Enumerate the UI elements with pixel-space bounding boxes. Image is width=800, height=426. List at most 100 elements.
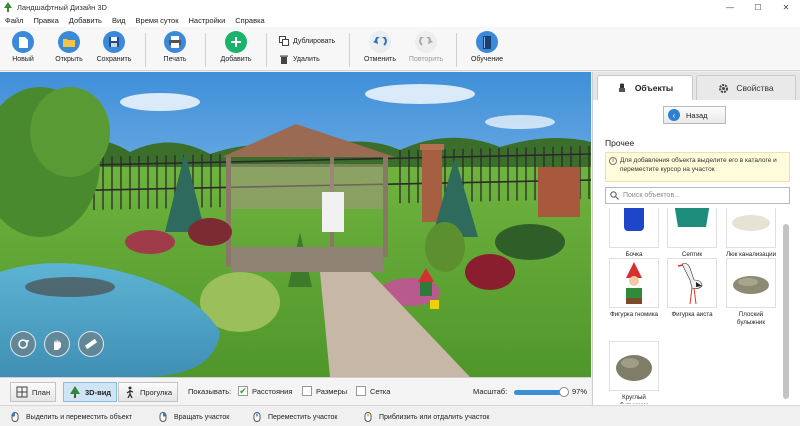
gear-icon [719, 83, 729, 93]
status-pan: Переместить участок [268, 413, 338, 421]
status-bar: Выделить и переместить объект Вращать уч… [0, 405, 800, 426]
mouse-scroll-icon [364, 412, 372, 422]
undo-button[interactable]: Отменить [356, 31, 404, 63]
catalog-scrollbar[interactable] [782, 212, 790, 412]
flat-stone-icon [726, 258, 776, 308]
toolbar-divider [349, 33, 350, 67]
title-bar: Ландшафтный Дизайн 3D — ☐ ✕ [0, 0, 800, 14]
app-logo-icon [4, 2, 12, 12]
menu-help[interactable]: Справка [230, 16, 269, 25]
tab-properties[interactable]: Свойства [696, 75, 796, 100]
rotate-view-button[interactable] [10, 331, 36, 357]
zoom-label: Масштаб: [473, 387, 508, 396]
back-button[interactable]: ‹ Назад [663, 106, 726, 124]
mouse-right-click-icon [159, 412, 167, 422]
walk-label: Прогулка [140, 387, 173, 397]
hint-text: Для добавления объекта выделите его в ка… [620, 157, 777, 173]
add-label: Добавить [220, 56, 252, 63]
pan-view-button[interactable] [44, 331, 70, 357]
distances-checkbox[interactable]: ✔ Расстояния [238, 386, 292, 396]
zoom-slider[interactable] [514, 387, 570, 397]
stork-icon [667, 258, 717, 308]
back-label: Назад [686, 110, 708, 120]
add-button[interactable]: Добавить [212, 31, 260, 63]
tree-icon [70, 386, 80, 398]
hint-select-move: Выделить и переместить объект [10, 412, 132, 422]
redo-label: Повторить [408, 56, 444, 63]
duplicate-button[interactable]: Дублировать [279, 36, 335, 46]
mouse-wheel-press-icon [253, 412, 261, 422]
barrel-icon [609, 208, 659, 248]
catalog-item-gnome[interactable]: Фигурка гномика [608, 258, 660, 319]
menu-view[interactable]: Вид [107, 16, 131, 25]
save-button[interactable]: Сохранить [90, 31, 138, 63]
main-toolbar: Новый Открыть Сохранить Печать Добавить … [0, 27, 800, 71]
maximize-button[interactable]: ☐ [744, 0, 772, 14]
open-button[interactable]: Открыть [45, 31, 93, 63]
status-rotate: Вращать участок [174, 413, 230, 421]
object-catalog: Бочка пластиковая Септик Люк канализации… [605, 208, 781, 404]
mouse-left-click-icon [11, 412, 19, 422]
delete-label: Удалить [293, 55, 320, 63]
catalog-item-flat-stone[interactable]: Плоский булыжник [725, 258, 777, 326]
zoom-slider-handle[interactable] [559, 387, 570, 397]
menu-bar: Файл Правка Добавить Вид Время суток Нас… [0, 14, 800, 27]
tab-objects-label: Объекты [634, 83, 674, 93]
save-label: Сохранить [96, 56, 132, 63]
trash-icon [280, 55, 288, 64]
sizes-label: Размеры [316, 386, 348, 396]
objects-tab-icon [618, 83, 625, 92]
catalog-item-label: Круглый булыжник [620, 394, 648, 404]
delete-button[interactable]: Удалить [279, 54, 320, 64]
gnome-icon [609, 258, 659, 308]
sizes-checkbox[interactable]: Размеры [302, 386, 347, 396]
tab-3d-view[interactable]: 3D-вид [63, 382, 118, 402]
manhole-icon [726, 208, 776, 248]
menu-time-of-day[interactable]: Время суток [131, 16, 184, 25]
catalog-item-label: Плоский булыжник [736, 311, 766, 326]
catalog-item-round-stone[interactable]: Круглый булыжник [608, 341, 660, 404]
measure-view-button[interactable] [78, 331, 104, 357]
undo-label: Отменить [364, 56, 396, 63]
round-stone-icon [609, 341, 659, 391]
scrollbar-thumb[interactable] [783, 224, 789, 399]
plan-label: План [32, 387, 51, 397]
menu-edit[interactable]: Правка [28, 16, 63, 25]
catalog-item-label: Фигурка аиста [671, 311, 713, 318]
printer-icon [164, 31, 186, 53]
close-button[interactable]: ✕ [772, 0, 800, 14]
catalog-item-septic[interactable]: Септик [666, 208, 718, 259]
panel-tabs: Объекты Свойства [593, 72, 800, 100]
tab-objects[interactable]: Объекты [597, 75, 693, 100]
tab-walk[interactable]: Прогулка [118, 382, 179, 402]
checkmark-icon: ✔ [238, 385, 248, 396]
toolbar-divider [145, 33, 146, 67]
show-label: Показывать: [188, 387, 232, 396]
new-button[interactable]: Новый [0, 31, 47, 63]
3d-viewport[interactable] [0, 72, 591, 377]
add-object-hint: i Для добавления объекта выделите его в … [605, 152, 790, 182]
unchecked-box [302, 386, 312, 396]
folder-icon [58, 31, 80, 53]
menu-add[interactable]: Добавить [64, 16, 107, 25]
ruler-icon [84, 338, 98, 350]
minimize-button[interactable]: — [716, 0, 744, 14]
object-search-input[interactable]: Поиск объектов... [605, 187, 790, 204]
info-icon: i [609, 157, 617, 165]
zoom-slider-fill [514, 390, 565, 395]
plus-icon [225, 31, 247, 53]
septic-icon [667, 208, 717, 248]
catalog-item-manhole[interactable]: Люк канализации [725, 208, 777, 259]
catalog-item-stork[interactable]: Фигурка аиста [666, 258, 718, 319]
print-label: Печать [163, 56, 187, 63]
grid-checkbox[interactable]: Сетка [356, 386, 390, 396]
menu-file[interactable]: Файл [0, 16, 28, 25]
menu-settings[interactable]: Настройки [183, 16, 230, 25]
learning-label: Обучение [470, 56, 503, 63]
tab-plan[interactable]: План [10, 382, 57, 402]
redo-button[interactable]: Повторить [402, 31, 450, 63]
3d-view-label: 3D-вид [85, 387, 112, 397]
print-button[interactable]: Печать [151, 31, 199, 63]
duplicate-label: Дублировать [293, 37, 336, 45]
learning-button[interactable]: Обучение [463, 31, 511, 63]
